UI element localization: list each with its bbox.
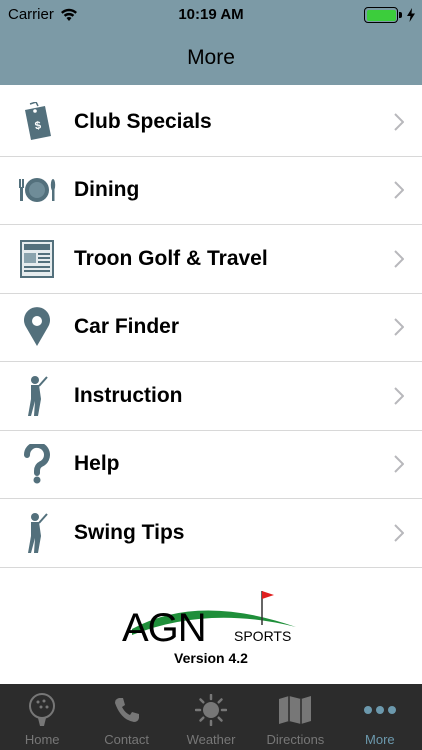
battery-icon [364,7,402,23]
tab-weather[interactable]: Weather [169,684,253,750]
menu-item-club-specials[interactable]: $ Club Specials [0,88,422,157]
nav-bar: More [0,30,422,85]
agn-sports-logo: AGN SPORTS [122,591,296,649]
map-pin-icon [0,293,74,361]
status-time: 10:19 AM [178,6,244,23]
menu-label: Troon Golf & Travel [74,246,268,270]
menu-label: Instruction [74,383,183,407]
chevron-right-icon [394,524,404,542]
status-right [364,7,416,23]
menu-item-car-finder[interactable]: Car Finder [0,293,422,362]
menu-list: $ Club Specials Dining Troon Golf & Trav… [0,88,422,568]
map-icon [278,692,312,728]
chevron-right-icon [394,387,404,405]
phone-icon [113,692,141,728]
menu-label: Help [74,452,120,476]
menu-label: Swing Tips [74,520,185,544]
sun-icon [195,692,228,728]
menu-item-instruction[interactable]: Instruction [0,362,422,431]
logo-subtext: SPORTS [234,628,291,644]
more-dots-icon [363,692,397,728]
page-title: More [187,45,235,69]
tab-contact[interactable]: Contact [84,684,168,750]
tab-label: Directions [266,732,325,747]
battery-level [366,9,396,21]
tab-more[interactable]: More [338,684,422,750]
golf-ball-icon [27,692,57,728]
menu-label: Car Finder [74,315,180,339]
tab-label: Home [24,732,60,747]
logo-text: AGN [122,606,206,649]
golfer-icon [0,499,74,567]
tab-label: Contact [104,732,150,747]
menu-item-troon-golf-travel[interactable]: Troon Golf & Travel [0,225,422,294]
newspaper-icon [0,225,74,293]
chevron-right-icon [394,181,404,199]
menu-item-help[interactable]: Help [0,430,422,499]
tab-label: Weather [186,732,236,747]
charging-bolt-icon [407,8,415,22]
menu-label: Dining [74,178,140,202]
tab-label: More [365,732,395,747]
tab-directions[interactable]: Directions [253,684,337,750]
version-label: Version 4.2 [174,650,248,666]
menu-item-dining[interactable]: Dining [0,156,422,225]
tab-bar: Home Contact Weather Directions More [0,684,422,750]
chevron-right-icon [394,113,404,131]
chevron-right-icon [394,455,404,473]
chevron-right-icon [394,318,404,336]
price-tag-icon: $ [0,88,74,156]
footer-logo-area: AGN SPORTS Version 4.2 [0,583,422,683]
menu-label: Club Specials [74,109,212,133]
chevron-right-icon [394,250,404,268]
status-bar: Carrier 10:19 AM [0,0,422,30]
question-mark-icon [0,430,74,498]
golfer-icon [0,362,74,430]
plate-cutlery-icon [0,156,74,224]
menu-item-swing-tips[interactable]: Swing Tips [0,499,422,568]
tab-home[interactable]: Home [0,684,84,750]
